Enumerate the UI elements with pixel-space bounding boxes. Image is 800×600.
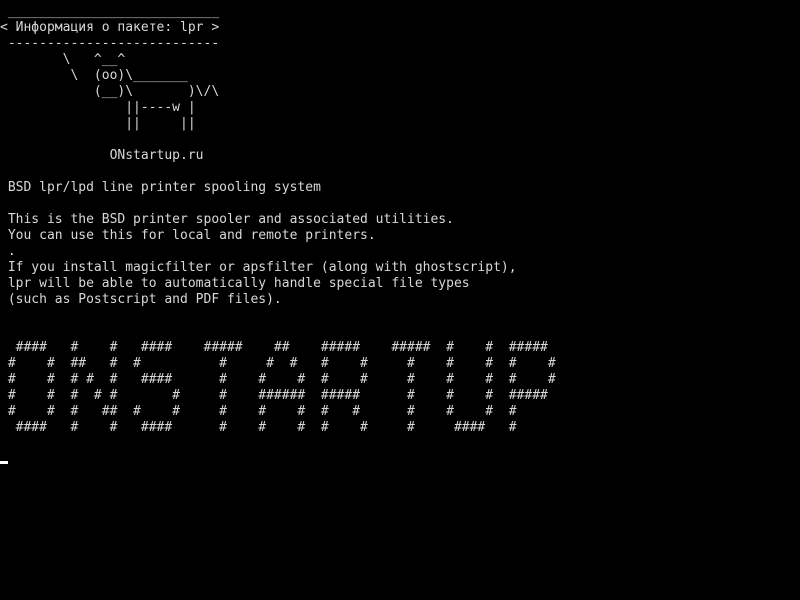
ascii-banner-line: #### # # #### # # # # # # #### # [0,420,517,435]
cowsay-cow-line: (__)\ )\/\ [0,84,220,99]
ascii-banner-line: # # # # # # # ###### ##### # # # ##### [0,388,548,403]
ascii-banner-line: # # # ## # # # # # # # # # # # [0,404,517,419]
ascii-banner-line: # # ## # # # # # # # # # # # # [0,356,556,371]
package-description-line: You can use this for local and remote pr… [0,228,376,243]
cowsay-bubble-top: ___________________________ [0,4,220,19]
cowsay-bubble-bottom: --------------------------- [0,36,220,51]
package-summary: BSD lpr/lpd line printer spooling system [0,180,321,195]
cowsay-cow-line: ||----w | [0,100,196,115]
ascii-banner-line: # # # # # #### # # # # # # # # # # [0,372,556,387]
cowsay-bubble-text: < Информация о пакете: lpr > [0,20,220,35]
cowsay-cow-line: \ ^__^ [0,52,126,67]
package-description-line: If you install magicfilter or apsfilter … [0,260,517,275]
cowsay-cow-line: \ (oo)\_______ [0,68,188,83]
terminal-screen[interactable]: ___________________________ < Информация… [0,0,800,600]
package-description-line: This is the BSD printer spooler and asso… [0,212,454,227]
ascii-banner-line: #### # # #### ##### ## ##### ##### # # #… [0,340,548,355]
package-description-line: . [0,244,16,259]
package-description-line: lpr will be able to automatically handle… [0,276,470,291]
package-description-line: (such as Postscript and PDF files). [0,292,282,307]
cowsay-cow-line: || || [0,116,196,131]
site-name-line: ONstartup.ru [0,148,204,163]
terminal-output: ___________________________ < Информация… [0,4,556,436]
text-cursor [0,461,8,464]
